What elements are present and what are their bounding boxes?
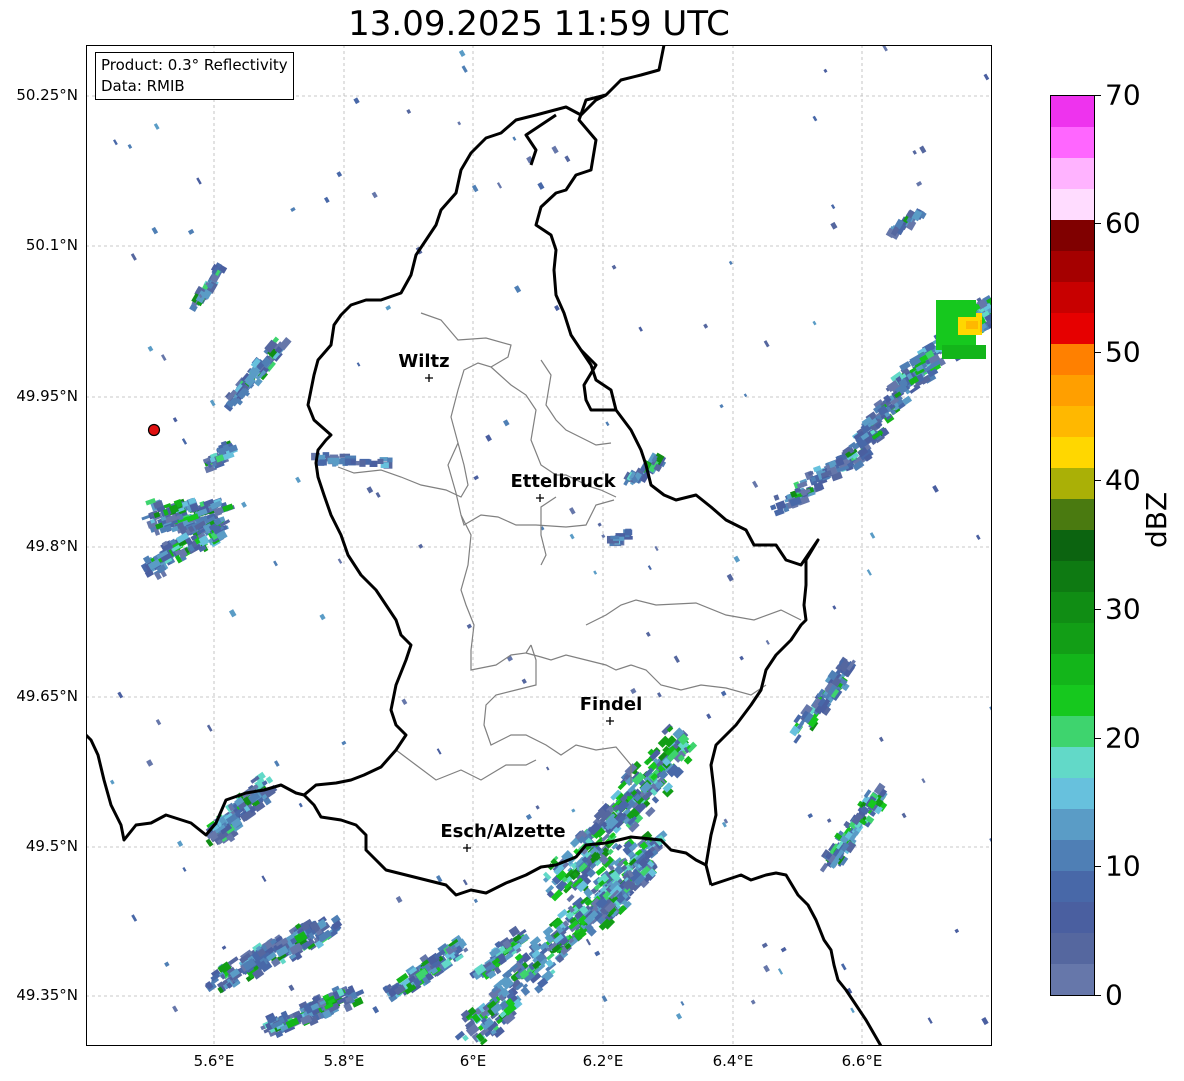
colorbar-tick-label: 0 [1105,978,1123,1012]
lon-label: 6°E [459,1052,487,1070]
colorbar-tick-label: 60 [1105,206,1141,240]
lat-label: 50.1°N [25,236,78,254]
map-title: 13.09.2025 11:59 UTC [348,4,730,44]
lat-label: 49.8°N [25,537,78,555]
lon-label: 6.6°E [841,1052,883,1070]
lon-label: 6.2°E [582,1052,624,1070]
lat-label: 50.25°N [16,86,78,104]
city-label-esch-alzette: Esch/Alzette [440,821,566,842]
lat-label: 49.35°N [16,986,78,1004]
colorbar-tick-label: 30 [1105,592,1141,626]
lon-label: 5.8°E [323,1052,365,1070]
colorbar-tick-label: 20 [1105,721,1141,755]
city-label-ettelbruck: Ettelbruck [510,471,616,492]
product-text: Product: 0.3° Reflectivity [101,56,288,74]
data-source-text: Data: RMIB [101,77,185,95]
lat-label: 49.65°N [16,687,78,705]
colorbar-tick-label: 70 [1105,78,1141,112]
radar-map[interactable] [86,45,992,1046]
radar-site-marker [147,423,161,437]
lat-label: 49.95°N [16,387,78,405]
map-svg [86,45,992,1046]
colorbar-tick-label: 10 [1105,849,1141,883]
colorbar-tick-label: 40 [1105,463,1141,497]
lat-label: 49.5°N [25,837,78,855]
product-info-box: Product: 0.3° Reflectivity Data: RMIB [95,52,294,100]
city-label-wiltz: Wiltz [398,351,450,372]
colorbar-tick-label: 50 [1105,335,1141,369]
colorbar-title: dBZ [1140,491,1173,548]
dbz-colorbar [1050,95,1095,996]
lon-label: 6.4°E [712,1052,754,1070]
lon-label: 5.6°E [193,1052,235,1070]
city-label-findel: Findel [579,694,643,715]
